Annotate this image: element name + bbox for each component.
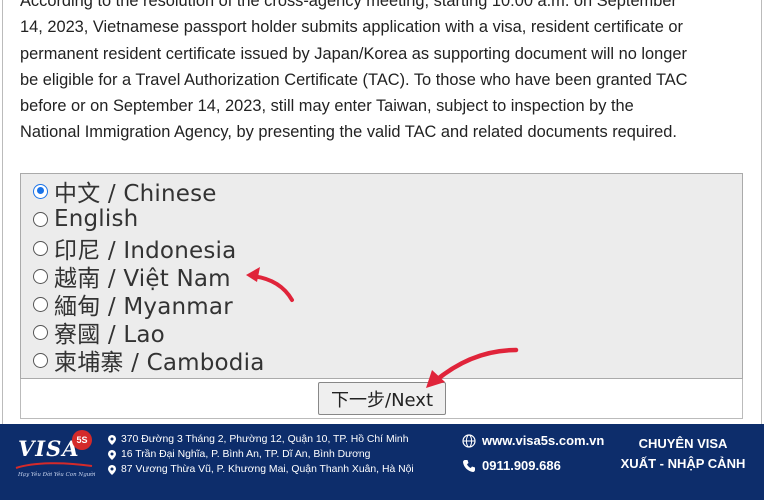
address-text: 370 Đường 3 Tháng 2, Phường 12, Quận 10,… — [121, 434, 409, 445]
notice-text: According to the resolution of the cross… — [20, 0, 745, 146]
notice-line: According to the resolution of the cross… — [20, 0, 677, 10]
phone-text: 0911.909.686 — [482, 458, 561, 473]
logo-badge: 5S — [72, 430, 92, 450]
website-link[interactable]: www.visa5s.com.vn — [462, 433, 604, 448]
radio-button[interactable] — [33, 296, 48, 312]
phone-icon — [463, 459, 475, 472]
annotation-arrow-icon — [246, 267, 294, 302]
button-row: 下一步/Next — [20, 379, 743, 419]
logo-text: VISA — [18, 436, 80, 461]
address-line: 16 Trần Đại Nghĩa, P. Bình An, TP. Dĩ An… — [108, 449, 370, 460]
radio-button[interactable] — [33, 211, 48, 227]
language-option-english[interactable]: English — [33, 205, 138, 233]
service-line: XUẤT - NHẬP CẢNH — [620, 456, 746, 471]
notice-line: be eligible for a Travel Authorization C… — [20, 70, 688, 89]
logo-tagline: Hạy Yêu Đời Yêu Con Người — [18, 472, 96, 478]
address-text: 87 Vương Thừa Vũ, P. Khương Mai, Quận Th… — [121, 464, 414, 475]
radio-button[interactable] — [33, 240, 48, 256]
radio-button[interactable] — [33, 268, 48, 284]
language-option-chinese[interactable]: 中文 / Chinese — [33, 177, 217, 207]
address-text: 16 Trần Đại Nghĩa, P. Bình An, TP. Dĩ An… — [121, 449, 371, 460]
service-line: CHUYÊN VISA — [638, 436, 728, 451]
notice-line: National Immigration Agency, by presenti… — [20, 123, 677, 142]
language-option-lao[interactable]: 寮國 / Lao — [33, 318, 165, 348]
phone-link[interactable]: 0911.909.686 — [462, 458, 561, 473]
radio-button[interactable] — [33, 324, 48, 340]
location-pin-icon — [108, 464, 116, 475]
notice-line: 14, 2023, Vietnamese passport holder sub… — [20, 18, 683, 37]
language-option-myanmar[interactable]: 緬甸 / Myanmar — [33, 290, 233, 320]
footer-banner: VISA 5S Hạy Yêu Đời Yêu Con Người 370 Đư… — [0, 424, 764, 500]
language-label: English — [54, 206, 139, 232]
location-pin-icon — [108, 434, 116, 445]
radio-button[interactable] — [33, 183, 48, 199]
language-option-indonesia[interactable]: 印尼 / Indonesia — [33, 234, 236, 264]
location-pin-icon — [108, 449, 116, 460]
logo-swoosh-icon — [15, 462, 93, 469]
address-line: 87 Vương Thừa Vũ, P. Khương Mai, Quận Th… — [108, 464, 414, 475]
language-option-vietnam[interactable]: 越南 / Việt Nam — [33, 262, 231, 292]
notice-line: before or on September 14, 2023, still m… — [20, 97, 634, 116]
notice-line: permanent resident certificate issued by… — [20, 44, 687, 63]
language-option-cambodia[interactable]: 柬埔寨 / Cambodia — [33, 346, 265, 376]
website-text: www.visa5s.com.vn — [482, 433, 605, 448]
language-label: 中文 / Chinese — [54, 181, 217, 207]
globe-icon — [462, 433, 476, 448]
radio-button[interactable] — [33, 352, 48, 368]
language-selector: 中文 / Chinese English 印尼 / Indonesia 越南 /… — [20, 173, 743, 379]
visa5s-logo[interactable]: VISA 5S Hạy Yêu Đời Yêu Con Người — [14, 430, 96, 494]
annotation-arrow-icon — [426, 347, 519, 388]
language-label: 柬埔寨 / Cambodia — [54, 350, 265, 376]
address-line: 370 Đường 3 Tháng 2, Phường 12, Quận 10,… — [108, 434, 408, 445]
